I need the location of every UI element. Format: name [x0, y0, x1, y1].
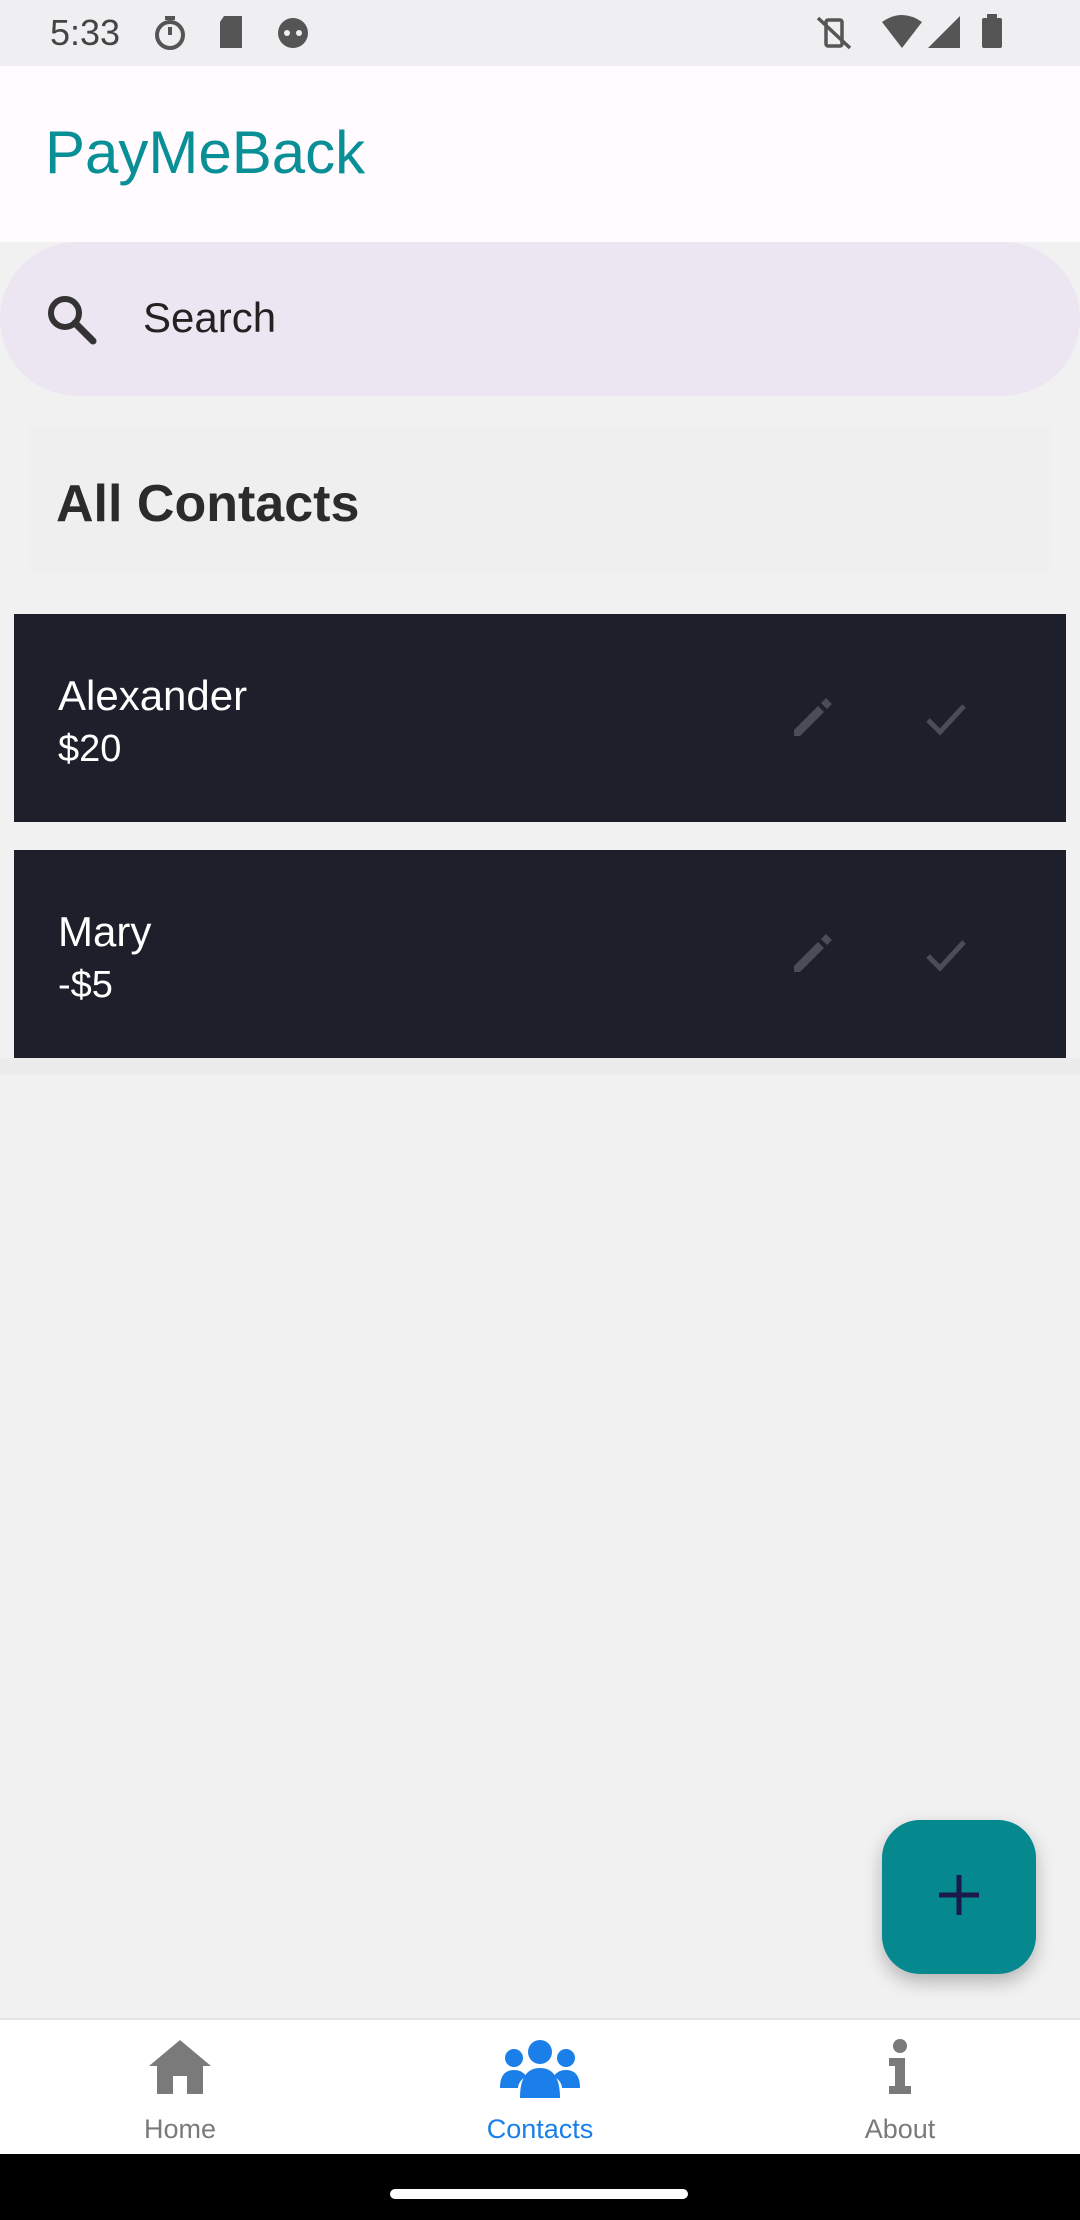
contact-amount: -$5	[58, 964, 113, 1006]
nav-label-about: About	[864, 2114, 936, 2144]
battery-icon	[980, 14, 1004, 55]
nav-label-home: Home	[143, 2114, 217, 2144]
android-head-icon	[274, 14, 312, 55]
signal-icon	[926, 14, 962, 55]
plus-icon	[937, 1873, 981, 1922]
stopwatch-icon	[152, 14, 188, 57]
contact-amount: $20	[58, 728, 122, 770]
info-icon	[885, 2038, 915, 2101]
vibrate-off-icon	[814, 14, 854, 57]
system-nav-bar	[0, 2154, 1080, 2220]
app-title: PayMeBack	[45, 119, 366, 186]
section-header: All Contacts	[29, 426, 1051, 572]
wifi-icon	[880, 14, 924, 55]
contact-card[interactable]: Alexander $20	[14, 614, 1066, 822]
sd-card-icon	[216, 14, 246, 55]
nav-item-contacts[interactable]: Contacts	[360, 2020, 720, 2156]
contact-card[interactable]: Mary -$5	[14, 850, 1066, 1058]
status-bar: 5:33	[0, 0, 1080, 66]
bottom-nav: Home Contacts About	[0, 2018, 1080, 2154]
search-icon	[44, 292, 98, 351]
edit-icon[interactable]	[780, 686, 844, 750]
contact-name: Mary	[58, 908, 152, 955]
add-contact-button[interactable]	[882, 1820, 1036, 1974]
list-divider	[0, 1058, 1080, 1074]
home-icon	[147, 2038, 213, 2101]
nav-item-about[interactable]: About	[720, 2020, 1080, 2156]
search-input[interactable]: Search	[143, 294, 276, 342]
status-time: 5:33	[50, 12, 121, 53]
nav-item-home[interactable]: Home	[0, 2020, 360, 2156]
contact-name: Alexander	[58, 672, 248, 719]
contacts-icon	[500, 2038, 580, 2103]
check-icon[interactable]	[914, 922, 978, 986]
nav-label-contacts: Contacts	[486, 2114, 594, 2144]
section-title: All Contacts	[56, 475, 360, 533]
home-gesture-handle[interactable]	[390, 2189, 688, 2199]
app-bar: PayMeBack	[0, 66, 1080, 242]
check-icon[interactable]	[914, 686, 978, 750]
edit-icon[interactable]	[780, 922, 844, 986]
search-bar[interactable]: Search	[0, 242, 1080, 396]
